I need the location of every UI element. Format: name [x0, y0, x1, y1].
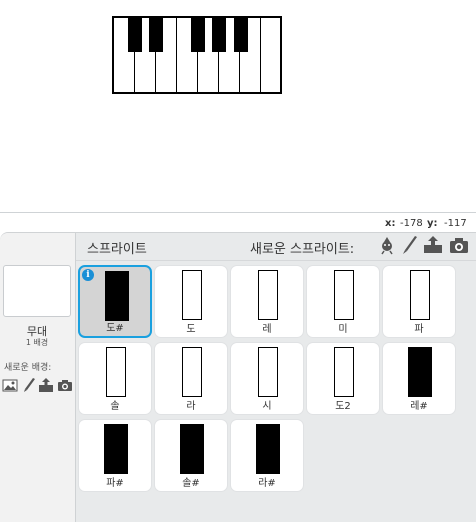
- piano-white-key[interactable]: [261, 18, 282, 92]
- y-label: y:: [427, 218, 438, 229]
- sprite-costume-thumbnail: [182, 270, 202, 320]
- sprite-tile[interactable]: 솔: [78, 342, 152, 415]
- new-backdrop-label: 새로운 배경:: [4, 363, 52, 373]
- sprite-name: 레: [262, 324, 272, 335]
- sprite-name: 라: [186, 401, 196, 412]
- sprites-header: 스프라이트 새로운 스프라이트:: [76, 233, 476, 261]
- x-value: -178: [400, 218, 423, 229]
- image-library-icon[interactable]: [2, 377, 18, 393]
- sprite-costume-thumbnail: [106, 347, 126, 397]
- sprite-name: 미: [338, 324, 348, 335]
- piano-black-key[interactable]: [191, 18, 205, 52]
- sprite-name: 레#: [410, 401, 428, 412]
- sprite-tile[interactable]: 파#: [78, 419, 152, 492]
- info-icon[interactable]: i: [82, 269, 94, 281]
- sprite-tile[interactable]: 도2: [306, 342, 380, 415]
- sprite-tile[interactable]: 도# i: [78, 265, 152, 338]
- sprite-tile[interactable]: 라: [154, 342, 228, 415]
- sprites-title: 스프라이트: [87, 242, 147, 257]
- sprite-tile[interactable]: 파: [382, 265, 456, 338]
- upload-icon[interactable]: [38, 377, 54, 393]
- sprite-library-icon[interactable]: [377, 235, 397, 255]
- y-value: -117: [444, 218, 467, 229]
- sprite-name: 도2: [335, 401, 351, 412]
- sprite-tile[interactable]: 도: [154, 265, 228, 338]
- sprite-tile[interactable]: 라#: [230, 419, 304, 492]
- stage[interactable]: [0, 0, 476, 212]
- x-label: x:: [385, 218, 396, 229]
- sprite-name: 라#: [258, 478, 276, 489]
- piano-black-key[interactable]: [234, 18, 248, 52]
- piano-black-key[interactable]: [128, 18, 142, 52]
- piano-sprite-group: [112, 16, 282, 94]
- sprite-name: 파: [414, 324, 424, 335]
- sprite-tile[interactable]: 레#: [382, 342, 456, 415]
- stage-thumbnail[interactable]: [3, 265, 71, 317]
- sprite-name: 파#: [106, 478, 124, 489]
- sprite-tile[interactable]: 미: [306, 265, 380, 338]
- sprite-tile[interactable]: 솔#: [154, 419, 228, 492]
- camera-icon[interactable]: [449, 235, 469, 255]
- sprite-costume-thumbnail: [182, 347, 202, 397]
- sprite-costume-thumbnail: [334, 270, 354, 320]
- upload-icon[interactable]: [423, 235, 443, 255]
- sprite-name: 솔: [110, 401, 120, 412]
- mouse-coordinates: x: -178 y: -117: [0, 212, 476, 232]
- sprite-costume-thumbnail: [105, 271, 129, 321]
- sprite-costume-thumbnail: [256, 424, 280, 474]
- paint-brush-icon[interactable]: [21, 377, 37, 393]
- sprite-name: 솔#: [182, 478, 200, 489]
- new-backdrop-tools: [2, 377, 74, 395]
- sprite-name: 도#: [106, 323, 124, 334]
- sprite-costume-thumbnail: [410, 270, 430, 320]
- sprite-costume-thumbnail: [258, 347, 278, 397]
- sprite-name: 도: [186, 324, 196, 335]
- sprite-tile[interactable]: 레: [230, 265, 304, 338]
- sprites-pane: 무대 1 배경 새로운 배경: 스프라이트 새로운 스프라이트: 도# i 도 …: [0, 232, 476, 522]
- camera-icon[interactable]: [57, 377, 73, 393]
- sprite-costume-thumbnail: [334, 347, 354, 397]
- stage-column: 무대 1 배경 새로운 배경:: [0, 233, 76, 522]
- sprite-costume-thumbnail: [408, 347, 432, 397]
- sprite-costume-thumbnail: [180, 424, 204, 474]
- new-sprite-label: 새로운 스프라이트:: [250, 242, 355, 257]
- piano-black-key[interactable]: [212, 18, 226, 52]
- sprite-name: 시: [262, 401, 272, 412]
- piano-black-key[interactable]: [149, 18, 163, 52]
- sprite-tile[interactable]: 시: [230, 342, 304, 415]
- paint-brush-icon[interactable]: [400, 235, 420, 255]
- backdrop-count: 1 배경: [25, 338, 49, 347]
- sprite-costume-thumbnail: [104, 424, 128, 474]
- sprite-costume-thumbnail: [258, 270, 278, 320]
